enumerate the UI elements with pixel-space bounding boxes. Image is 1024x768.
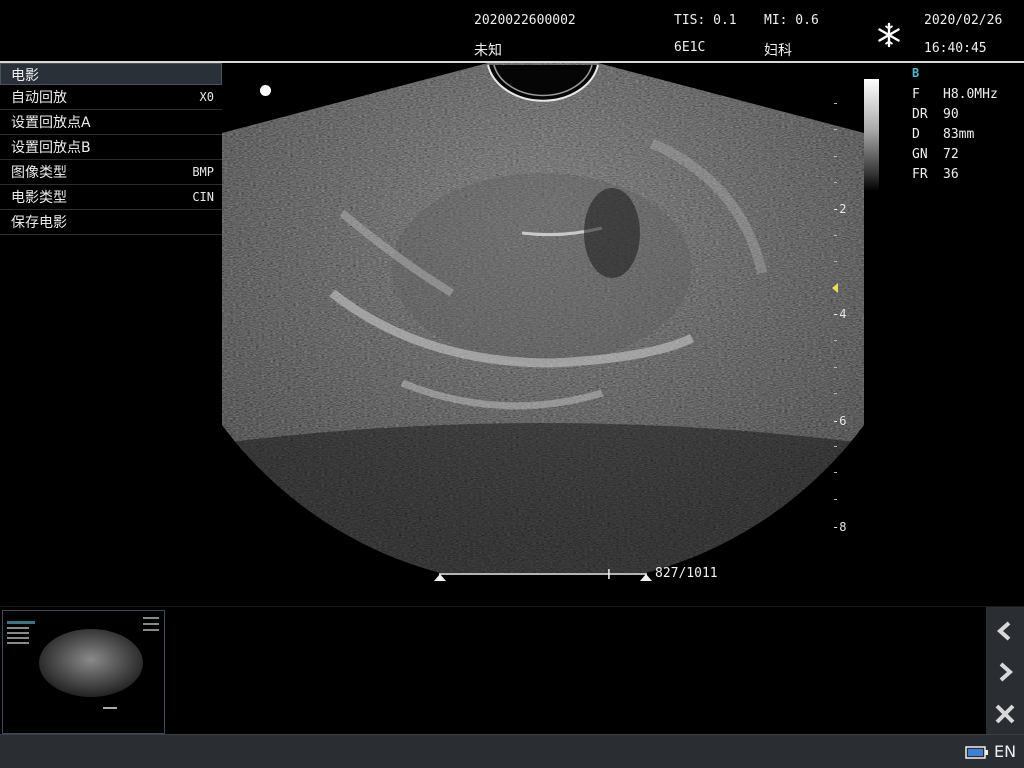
depth-tick [834,235,837,236]
cine-menu: 电影 自动回放 X0 设置回放点A 设置回放点B 图像类型 BMP 电影类型 C… [0,63,222,235]
param-value: 90 [943,106,959,122]
menu-item-label: 设置回放点B [11,140,91,156]
cine-end-marker-icon[interactable] [640,574,652,581]
cine-start-marker-icon[interactable] [434,574,446,581]
depth-tick [834,472,837,473]
depth-tick [834,182,837,183]
battery-icon [965,746,988,759]
depth-tick [834,156,837,157]
depth-tick [834,446,837,447]
param-value: 83mm [943,126,975,142]
chevron-right-icon [999,662,1014,682]
ultrasound-image[interactable] [222,63,864,573]
cine-menu-title: 电影 [0,63,222,85]
param-row: GN 72 [912,144,1022,164]
orientation-marker [260,85,271,96]
param-key: GN [912,146,928,162]
depth-tick [834,340,837,341]
snowflake-icon [878,22,900,48]
delete-image-button[interactable] [986,694,1024,734]
menu-item-value: BMP [192,165,214,179]
depth-label: -8 [832,520,847,534]
header-bar: 2020022600002 未知 TIS: 0.1 6E1C MI: 0.6 妇… [0,0,1024,63]
chevron-left-icon [996,621,1011,641]
param-row: D 83mm [912,124,1022,144]
menu-item-label: 电影类型 [11,190,67,206]
param-row: DR 90 [912,104,1022,124]
depth-tick [834,103,837,104]
cine-frame-counter: 827/1011 [655,566,718,581]
thumbnail-preview [3,611,164,733]
status-bar: EN [0,734,1024,768]
input-language[interactable]: EN [994,742,1016,761]
param-value: H8.0MHz [943,86,998,102]
menu-item-set-point-a[interactable]: 设置回放点A [0,110,222,135]
ultrasound-sector [222,63,864,573]
imaging-params: B F H8.0MHz DR 90 D 83mm GN 72 FR 36 [912,66,1022,184]
depth-label: -2 [832,202,847,216]
thumbnail-strip [0,606,1024,735]
menu-item-save-cine[interactable]: 保存电影 [0,210,222,235]
depth-tick [834,393,837,394]
menu-item-set-point-b[interactable]: 设置回放点B [0,135,222,160]
depth-tick [834,499,837,500]
menu-item-label: 图像类型 [11,165,67,181]
imaging-mode: B [912,66,920,80]
grayscale-bar [864,79,879,191]
thumbnail-nav [986,607,1024,735]
menu-item-image-type[interactable]: 图像类型 BMP [0,160,222,185]
mi-readout: MI: 0.6 [764,13,819,28]
param-value: 36 [943,166,959,182]
param-row: F H8.0MHz [912,84,1022,104]
menu-item-label: 设置回放点A [11,115,91,131]
cine-progress-bar[interactable] [433,566,653,582]
depth-tick [834,367,837,368]
probe-name: 6E1C [674,40,706,55]
prev-page-button[interactable] [986,611,1024,651]
close-icon [995,704,1015,724]
param-key: D [912,126,920,142]
param-key: FR [912,166,928,182]
depth-label: -6 [832,414,847,428]
menu-item-auto-play[interactable]: 自动回放 X0 [0,85,222,110]
exam-date: 2020/02/26 [924,13,1003,28]
next-page-button[interactable] [986,652,1024,692]
exam-type: 妇科 [764,43,792,59]
menu-item-label: 保存电影 [11,215,67,231]
depth-label: -4 [832,307,847,321]
depth-tick [834,129,837,130]
exam-time: 16:40:45 [924,41,987,56]
saved-image-thumbnail[interactable] [2,610,165,734]
patient-id: 2020022600002 [474,13,576,28]
patient-name: 未知 [474,43,502,59]
focus-marker-icon[interactable] [832,283,838,293]
param-row: FR 36 [912,164,1022,184]
param-key: F [912,86,920,102]
menu-item-cine-type[interactable]: 电影类型 CIN [0,185,222,210]
tis-readout: TIS: 0.1 [674,13,737,28]
menu-item-value: CIN [192,190,214,204]
menu-item-value: X0 [199,90,214,104]
param-key: DR [912,106,928,122]
menu-item-label: 自动回放 [11,90,67,106]
depth-tick [834,261,837,262]
param-value: 72 [943,146,959,162]
